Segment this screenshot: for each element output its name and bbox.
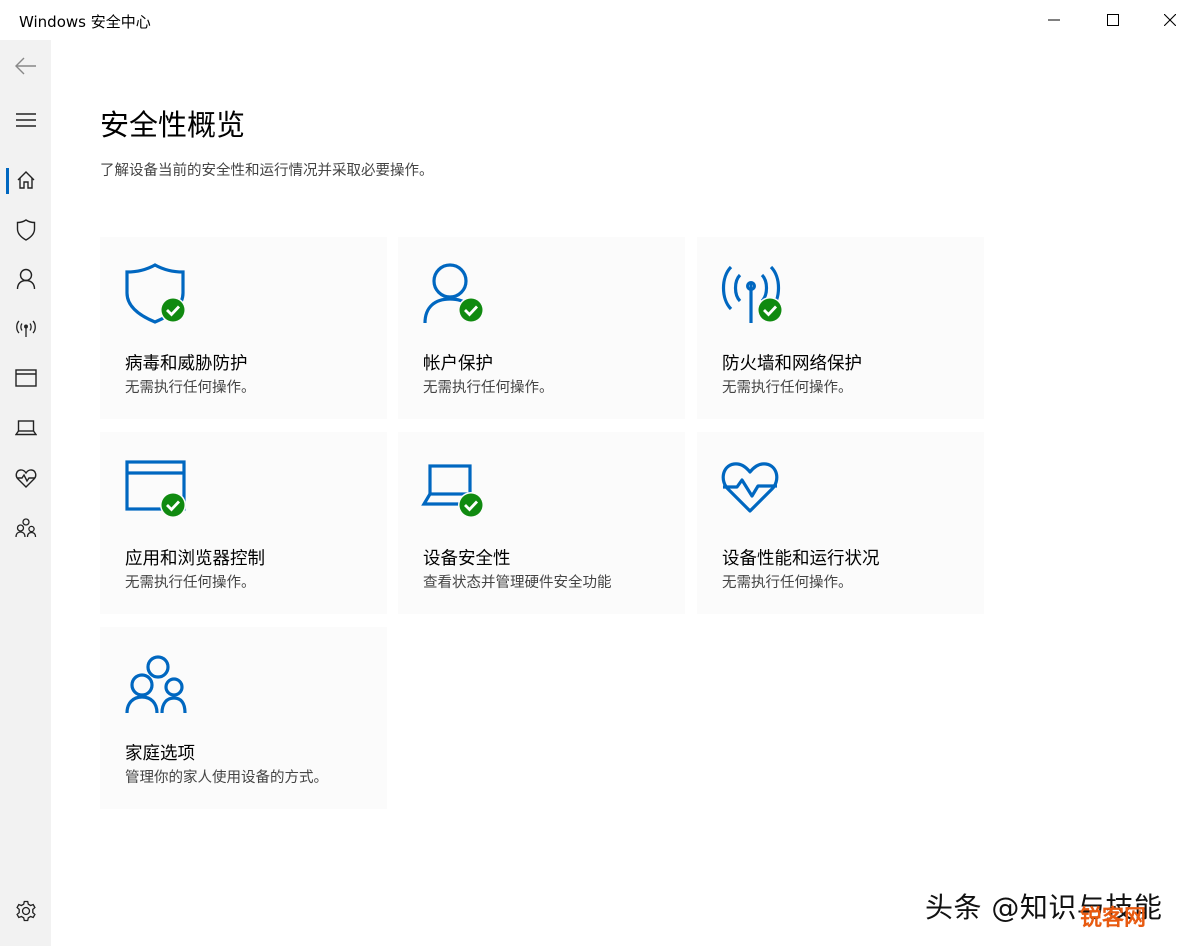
sidebar-item-device-health[interactable] — [0, 456, 51, 500]
maximize-icon — [1107, 14, 1119, 26]
title-bar: Windows 安全中心 — [0, 0, 1200, 40]
family-icon — [14, 518, 36, 538]
close-icon — [1164, 14, 1176, 26]
hamburger-menu-icon — [15, 113, 36, 127]
main-content: 安全性概览 了解设备当前的安全性和运行情况并采取必要操作。 病毒和威胁防护 无需… — [51, 40, 1200, 946]
tile-title: 设备性能和运行状况 — [722, 549, 880, 569]
close-button[interactable] — [1142, 0, 1198, 40]
heart-pulse-icon — [721, 462, 779, 513]
heart-pulse-icon — [15, 469, 36, 488]
laptop-icon — [421, 464, 484, 518]
tile-description: 无需执行任何操作。 — [722, 575, 853, 591]
browser-window-icon — [14, 369, 37, 387]
tile-description: 管理你的家人使用设备的方式。 — [125, 770, 328, 786]
back-button[interactable] — [0, 44, 51, 88]
antenna-icon — [721, 265, 783, 323]
page-subtitle: 了解设备当前的安全性和运行情况并采取必要操作。 — [100, 163, 434, 179]
minimize-button[interactable] — [1026, 0, 1082, 40]
page-title: 安全性概览 — [100, 108, 246, 142]
shield-icon — [16, 219, 35, 241]
back-arrow-icon — [14, 57, 36, 75]
tile-family-options[interactable]: 家庭选项 管理你的家人使用设备的方式。 — [100, 627, 387, 809]
sidebar-item-family-options[interactable] — [0, 506, 51, 550]
maximize-button[interactable] — [1085, 0, 1141, 40]
sidebar-item-home[interactable] — [0, 158, 51, 202]
minimize-icon — [1048, 19, 1060, 21]
tile-description: 无需执行任何操作。 — [423, 380, 554, 396]
tile-description: 无需执行任何操作。 — [125, 575, 256, 591]
tile-virus-threat-protection[interactable]: 病毒和威胁防护 无需执行任何操作。 — [100, 237, 387, 419]
tile-title: 设备安全性 — [423, 549, 511, 569]
browser-window-icon — [125, 460, 186, 518]
sidebar — [0, 40, 51, 946]
tile-device-security[interactable]: 设备安全性 查看状态并管理硬件安全功能 — [398, 432, 685, 614]
tile-description: 无需执行任何操作。 — [125, 380, 256, 396]
person-icon — [423, 263, 484, 324]
tile-title: 病毒和威胁防护 — [125, 354, 248, 374]
sidebar-item-firewall[interactable] — [0, 306, 51, 350]
sidebar-item-virus-protection[interactable] — [0, 208, 51, 252]
sidebar-item-device-security[interactable] — [0, 406, 51, 450]
family-icon — [125, 655, 187, 714]
tile-account-protection[interactable]: 帐户保护 无需执行任何操作。 — [398, 237, 685, 419]
window-title: Windows 安全中心 — [19, 13, 151, 31]
antenna-icon — [15, 320, 36, 337]
tile-title: 应用和浏览器控制 — [125, 549, 265, 569]
laptop-icon — [14, 420, 37, 436]
tile-title: 防火墙和网络保护 — [722, 354, 862, 374]
tile-firewall-network-protection[interactable]: 防火墙和网络保护 无需执行任何操作。 — [697, 237, 984, 419]
home-icon — [17, 171, 34, 189]
tile-title: 家庭选项 — [125, 744, 195, 764]
tile-title: 帐户保护 — [423, 354, 493, 374]
tile-app-browser-control[interactable]: 应用和浏览器控制 无需执行任何操作。 — [100, 432, 387, 614]
shield-icon — [125, 263, 186, 324]
gear-icon — [15, 900, 36, 922]
sidebar-item-account-protection[interactable] — [0, 257, 51, 301]
tile-description: 无需执行任何操作。 — [722, 380, 853, 396]
tile-description: 查看状态并管理硬件安全功能 — [423, 575, 612, 591]
menu-button[interactable] — [0, 98, 51, 142]
person-icon — [16, 268, 35, 290]
tile-device-performance-health[interactable]: 设备性能和运行状况 无需执行任何操作。 — [697, 432, 984, 614]
sidebar-item-app-browser-control[interactable] — [0, 356, 51, 400]
settings-button[interactable] — [0, 889, 51, 933]
watermark-logo: 锐客网 — [1080, 906, 1147, 931]
